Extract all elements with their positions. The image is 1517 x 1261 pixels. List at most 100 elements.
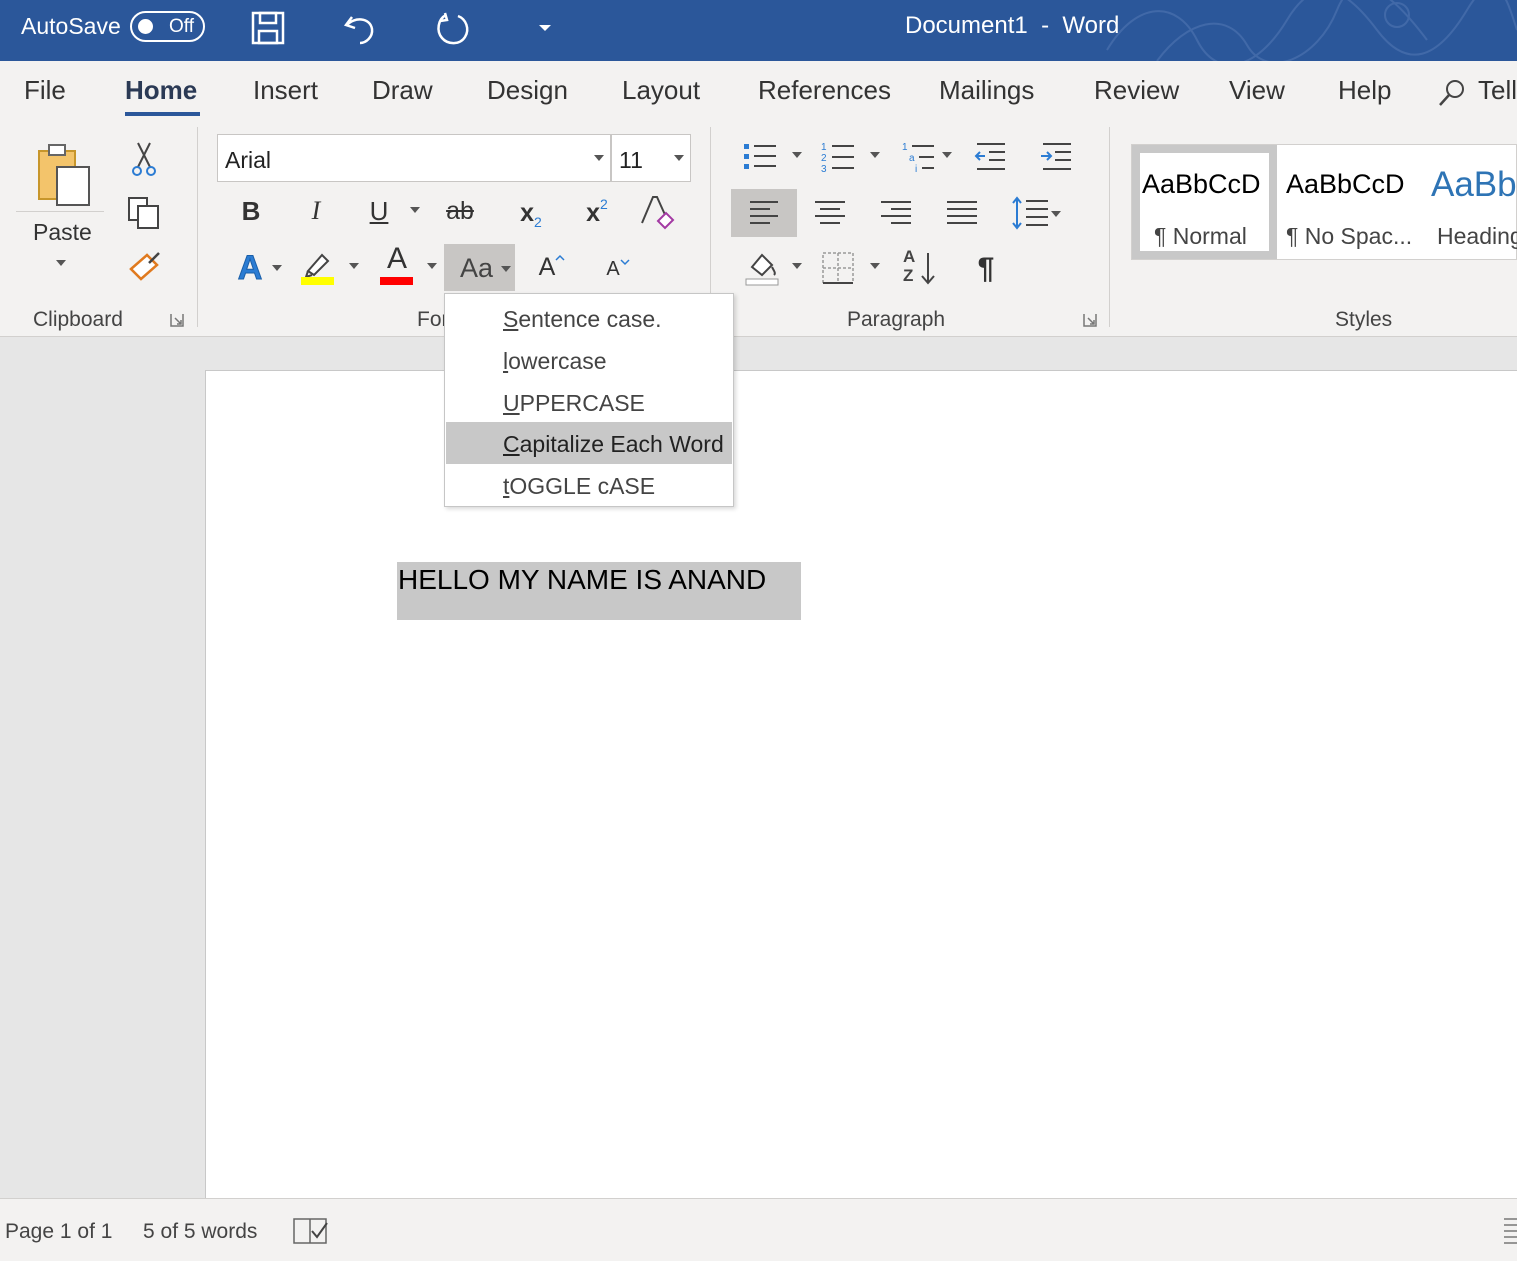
justify-icon[interactable] — [945, 199, 979, 227]
search-icon[interactable] — [1437, 78, 1467, 108]
shading-dropdown-arrow[interactable] — [792, 263, 802, 269]
increase-indent-icon[interactable] — [1039, 141, 1075, 173]
format-painter-icon[interactable] — [127, 249, 163, 285]
style-no-spacing-name: ¶ No Spac... — [1286, 223, 1413, 249]
menu-item-label: tOGGLE cASE — [503, 473, 656, 499]
style-no-spacing[interactable]: AaBbCcD ¶ No Spac... — [1277, 145, 1419, 259]
tab-view[interactable]: View — [1229, 75, 1285, 106]
menu-item-capitalize-each-word[interactable]: Capitalize Each Word — [446, 422, 732, 464]
change-case-button[interactable]: Aa — [444, 244, 515, 291]
tab-tell-me[interactable]: Tell — [1478, 75, 1517, 106]
font-size-dropdown-arrow[interactable] — [674, 155, 684, 161]
toggle-knob — [138, 19, 153, 34]
svg-text:2: 2 — [821, 153, 827, 164]
show-formatting-marks-button[interactable]: ¶ — [968, 249, 1004, 289]
bullets-icon[interactable] — [742, 141, 782, 173]
line-spacing-dropdown-arrow[interactable] — [1051, 211, 1061, 217]
customize-quick-access-icon[interactable] — [526, 9, 564, 47]
styles-gallery: AaBbCcD ¶ Normal AaBbCcD ¶ No Spac... Aa… — [1131, 144, 1517, 260]
underline-dropdown-arrow[interactable] — [410, 207, 420, 213]
font-color-button[interactable]: A — [380, 241, 414, 277]
align-left-icon — [750, 201, 778, 224]
cut-icon[interactable] — [128, 141, 160, 177]
highlight-color-bar — [301, 277, 334, 285]
bullets-dropdown-arrow[interactable] — [792, 152, 802, 158]
superscript-label: x — [586, 198, 601, 227]
text-effects-button[interactable]: A — [230, 245, 270, 291]
menu-item-sentence-case[interactable]: Sentence case. — [446, 297, 732, 339]
paste-dropdown-arrow[interactable] — [56, 260, 66, 266]
font-name-combobox[interactable]: Arial — [217, 134, 611, 182]
svg-text:a: a — [909, 153, 915, 164]
italic-button[interactable]: I — [297, 191, 335, 231]
align-right-icon[interactable] — [879, 199, 913, 227]
clear-formatting-icon[interactable] — [639, 193, 677, 231]
undo-icon[interactable] — [342, 9, 380, 47]
document-title: Document1 - Word — [905, 12, 1120, 39]
tab-insert[interactable]: Insert — [253, 75, 318, 106]
clipboard-group-label: Clipboard — [33, 308, 123, 331]
tab-review[interactable]: Review — [1094, 75, 1179, 106]
font-size-combobox[interactable]: 11 — [611, 134, 691, 182]
svg-text:i: i — [915, 164, 917, 175]
highlight-dropdown-arrow[interactable] — [349, 263, 359, 269]
style-normal-sample: AaBbCcD — [1142, 169, 1261, 199]
svg-text:3: 3 — [821, 164, 827, 175]
paste-divider — [16, 211, 104, 212]
superscript-button[interactable]: x2 — [578, 191, 616, 235]
tab-file[interactable]: File — [24, 75, 66, 106]
menu-item-uppercase[interactable]: UPPERCASE — [446, 381, 732, 423]
tab-help[interactable]: Help — [1338, 75, 1391, 106]
tab-design[interactable]: Design — [487, 75, 568, 106]
strikethrough-button[interactable]: ab — [441, 191, 479, 231]
tab-mailings[interactable]: Mailings — [939, 75, 1034, 106]
tab-draw[interactable]: Draw — [372, 75, 433, 106]
numbering-dropdown-arrow[interactable] — [870, 152, 880, 158]
underline-button[interactable]: U — [360, 191, 398, 231]
document-selected-text[interactable]: HELLO MY NAME IS ANAND — [397, 562, 801, 620]
borders-dropdown-arrow[interactable] — [870, 263, 880, 269]
page-count[interactable]: Page 1 of 1 — [5, 1220, 112, 1244]
font-color-dropdown-arrow[interactable] — [427, 263, 437, 269]
multilevel-list-icon[interactable]: 1 a i — [900, 139, 940, 175]
clipboard-dialog-launcher-icon[interactable] — [170, 313, 184, 327]
save-icon[interactable] — [249, 9, 287, 47]
read-mode-icon[interactable] — [1502, 1217, 1517, 1245]
copy-icon[interactable] — [126, 195, 162, 231]
grow-font-button[interactable]: A — [534, 247, 570, 287]
subscript-button[interactable]: x2 — [512, 191, 550, 235]
bold-button[interactable]: B — [232, 191, 270, 231]
sort-button[interactable]: A Z — [900, 247, 940, 289]
borders-icon[interactable] — [821, 251, 855, 285]
line-spacing-icon[interactable] — [1010, 195, 1050, 231]
ribbon-tabs: File Home Insert Draw Design Layout Refe… — [0, 61, 1517, 127]
superscript-small-label: 2 — [600, 196, 608, 212]
shading-icon[interactable] — [744, 249, 780, 287]
decrease-indent-icon[interactable] — [973, 141, 1009, 173]
grow-font-label: A — [538, 252, 556, 281]
align-center-icon[interactable] — [813, 199, 847, 227]
paragraph-dialog-launcher-icon[interactable] — [1083, 313, 1097, 327]
align-left-button[interactable] — [731, 189, 797, 237]
proofing-book-icon[interactable] — [292, 1215, 330, 1245]
group-separator — [1109, 127, 1110, 327]
style-heading[interactable]: AaBb Heading — [1419, 145, 1517, 259]
autosave-toggle[interactable]: Off — [130, 11, 205, 42]
style-normal[interactable]: AaBbCcD ¶ Normal — [1132, 145, 1277, 259]
menu-item-lowercase[interactable]: lowercase — [446, 339, 732, 381]
active-tab-indicator — [125, 112, 200, 116]
paste-icon[interactable] — [33, 141, 95, 207]
tab-layout[interactable]: Layout — [622, 75, 700, 106]
numbering-icon[interactable]: 1 2 3 — [820, 139, 860, 175]
font-name-dropdown-arrow[interactable] — [594, 155, 604, 161]
multilevel-dropdown-arrow[interactable] — [942, 152, 952, 158]
paste-label[interactable]: Paste — [33, 219, 92, 246]
tab-home[interactable]: Home — [125, 75, 197, 106]
document-page[interactable] — [205, 370, 1517, 1198]
redo-icon[interactable] — [434, 9, 472, 47]
menu-item-toggle-case[interactable]: tOGGLE cASE — [446, 464, 732, 506]
text-effects-dropdown-arrow[interactable] — [272, 265, 282, 271]
word-count[interactable]: 5 of 5 words — [143, 1220, 257, 1244]
shrink-font-button[interactable]: A — [600, 251, 636, 287]
tab-references[interactable]: References — [758, 75, 891, 106]
